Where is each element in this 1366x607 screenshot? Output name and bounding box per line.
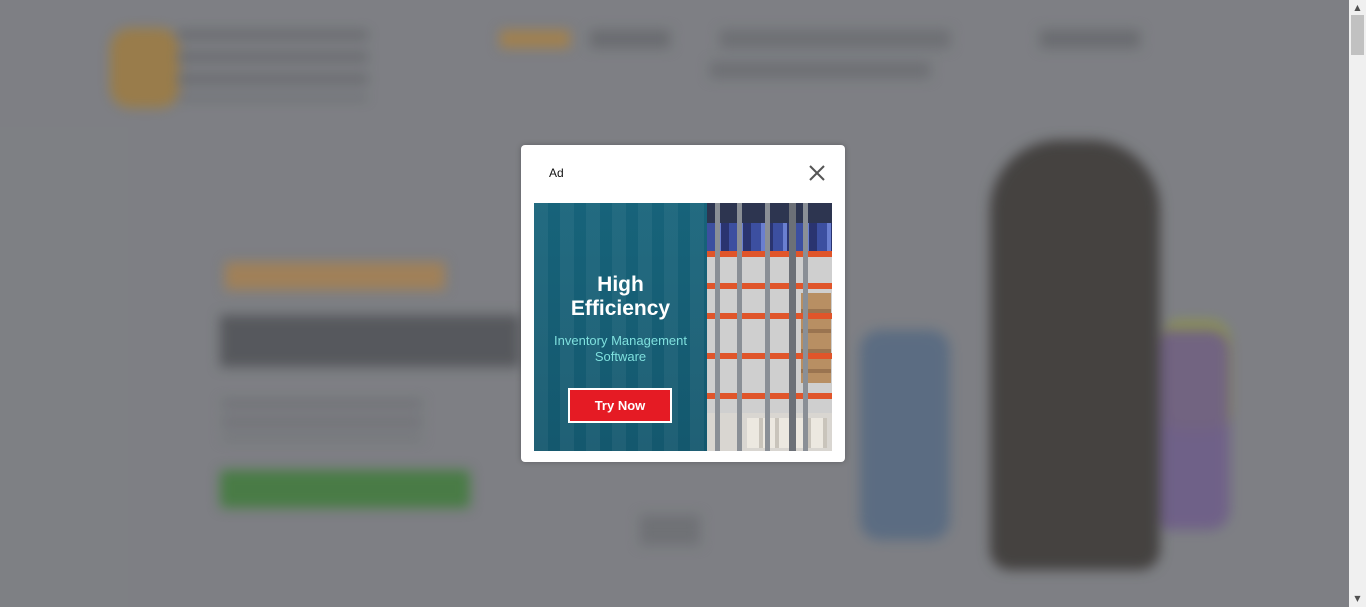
ad-subtitle: Inventory Management Software [534, 333, 707, 365]
scroll-down-arrow-icon[interactable]: ▼ [1349, 593, 1366, 605]
ad-headline: High Efficiency [534, 273, 707, 321]
ad-headline-line: High [597, 273, 644, 296]
ad-label: Ad [549, 166, 564, 180]
warehouse-image [707, 203, 832, 451]
close-icon [809, 165, 825, 181]
try-now-button[interactable]: Try Now [568, 388, 672, 423]
ad-subtitle-line: Software [594, 349, 647, 364]
ad-headline-line: Efficiency [570, 297, 671, 320]
ad-banner[interactable]: High Efficiency Inventory Management Sof… [534, 203, 832, 451]
ad-text-panel: High Efficiency Inventory Management Sof… [534, 203, 707, 451]
shelf-post [765, 203, 770, 451]
scroll-up-arrow-icon[interactable]: ▲ [1349, 2, 1366, 14]
warehouse-cartons [747, 418, 827, 448]
close-button[interactable] [806, 162, 828, 184]
shelf-post [715, 203, 720, 451]
ad-modal: Ad High Efficiency Inventory Management … [521, 145, 845, 462]
ad-subtitle-line: Inventory Management [554, 333, 687, 348]
shelf-post [737, 203, 742, 451]
scroll-thumb[interactable] [1351, 15, 1364, 55]
page-scrollbar[interactable]: ▲ ▼ [1349, 0, 1366, 607]
shelf-post [789, 203, 796, 451]
shelf-post [803, 203, 808, 451]
